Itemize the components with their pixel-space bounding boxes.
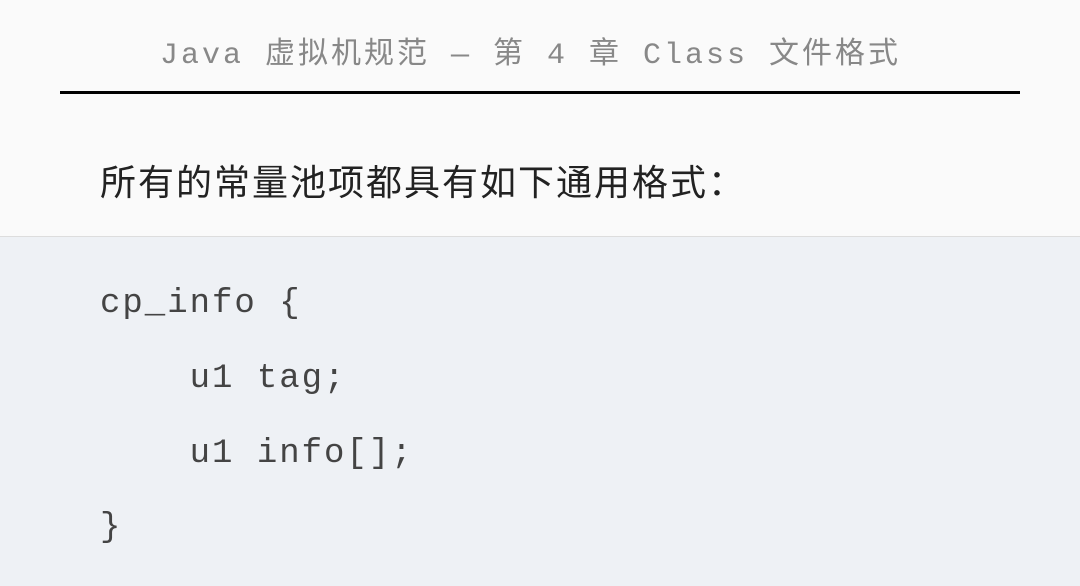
content-section: 所有的常量池项都具有如下通用格式： bbox=[0, 94, 1080, 236]
intro-paragraph: 所有的常量池项都具有如下通用格式： bbox=[100, 154, 980, 206]
page-header: Java 虚拟机规范 — 第 4 章 Class 文件格式 bbox=[60, 0, 1020, 94]
code-line: } bbox=[100, 491, 980, 566]
code-block: cp_info { u1 tag; u1 info[]; } bbox=[0, 236, 1080, 586]
breadcrumb: Java 虚拟机规范 — 第 4 章 Class 文件格式 bbox=[160, 28, 920, 73]
code-line: u1 info[]; bbox=[100, 417, 980, 492]
code-line: cp_info { bbox=[100, 267, 980, 342]
document-page: Java 虚拟机规范 — 第 4 章 Class 文件格式 所有的常量池项都具有… bbox=[0, 0, 1080, 540]
code-line: u1 tag; bbox=[100, 342, 980, 417]
